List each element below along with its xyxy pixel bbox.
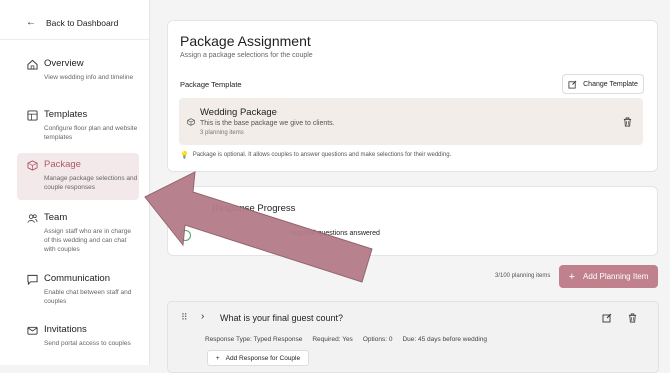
package-item-count: 3 planning items bbox=[200, 130, 244, 136]
sidebar-item-overview[interactable]: Overview View wedding info and timeline bbox=[17, 52, 139, 94]
package-description: This is the base package we give to clie… bbox=[200, 120, 335, 127]
check-circle-icon bbox=[180, 230, 191, 241]
chat-icon bbox=[27, 274, 38, 285]
users-icon bbox=[27, 214, 38, 223]
sidebar-item-title: Invitations bbox=[44, 324, 87, 335]
response-progress-text: required questions answered bbox=[290, 230, 380, 237]
options-count: Options: 0 bbox=[362, 336, 393, 343]
drag-handle-icon[interactable]: ⠿ bbox=[181, 312, 188, 323]
lightbulb-icon: 💡 bbox=[180, 152, 189, 159]
page-title: Package Assignment bbox=[180, 33, 311, 49]
sidebar-item-title: Communication bbox=[44, 273, 110, 284]
package-icon bbox=[27, 160, 38, 171]
add-response-button[interactable]: + Add Response for Couple bbox=[207, 350, 309, 366]
package-note: 💡 Package is optional. It allows couples… bbox=[180, 151, 451, 159]
edit-icon[interactable] bbox=[602, 313, 612, 323]
package-name: Wedding Package bbox=[200, 107, 277, 118]
required-flag: Required: Yes bbox=[312, 336, 353, 343]
package-note-text: Package is optional. It allows couples t… bbox=[192, 152, 452, 158]
sidebar-item-team[interactable]: Team Assign staff who are in charge of t… bbox=[17, 206, 139, 258]
change-template-label: Change Template bbox=[583, 80, 638, 88]
response-progress-card bbox=[167, 186, 658, 256]
response-type: Response Type: Typed Response bbox=[205, 336, 303, 343]
sidebar-item-invitations[interactable]: Invitations Send portal access to couple… bbox=[17, 318, 139, 354]
sidebar-item-templates[interactable]: Templates Configure floor plan and websi… bbox=[17, 103, 139, 145]
plus-icon: + bbox=[215, 354, 220, 362]
response-progress-title: Response Progress bbox=[212, 203, 296, 214]
sidebar-item-title: Team bbox=[44, 212, 68, 223]
plus-icon: + bbox=[568, 270, 576, 283]
sidebar-item-desc: View wedding info and timeline bbox=[44, 74, 134, 81]
sidebar-item-desc: Enable chat between staff and couples bbox=[44, 289, 132, 305]
package-template-label: Package Template bbox=[180, 80, 242, 89]
add-planning-item-button[interactable]: + Add Planning Item bbox=[559, 265, 658, 288]
edit-icon bbox=[568, 80, 577, 89]
divider bbox=[0, 39, 149, 40]
back-to-dashboard-link[interactable]: ← Back to Dashboard bbox=[26, 17, 118, 28]
page-subtitle: Assign a package selections for the coup… bbox=[180, 52, 313, 59]
trash-icon[interactable] bbox=[623, 117, 632, 127]
package-selection: Wedding Package This is the base package… bbox=[179, 98, 643, 145]
question-meta: Response Type: Typed Response Required: … bbox=[205, 336, 487, 343]
arrow-left-icon: ← bbox=[26, 17, 36, 28]
layout-icon bbox=[27, 110, 38, 121]
add-planning-item-label: Add Planning Item bbox=[583, 272, 649, 281]
question-title: What is your final guest count? bbox=[220, 313, 344, 323]
home-icon bbox=[27, 59, 38, 70]
sidebar-item-desc: Send portal access to couples bbox=[44, 340, 131, 347]
sidebar-item-title: Templates bbox=[44, 109, 88, 120]
sidebar-item-communication[interactable]: Communication Enable chat between staff … bbox=[17, 267, 139, 309]
back-label: Back to Dashboard bbox=[46, 17, 119, 28]
planning-item-count: 3/100 planning items bbox=[495, 273, 551, 279]
sidebar-item-title: Package bbox=[44, 159, 81, 170]
sidebar-item-desc: Manage package selections and couple res… bbox=[44, 175, 138, 191]
package-icon bbox=[187, 118, 195, 126]
sidebar: ← Back to Dashboard Overview View weddin… bbox=[0, 0, 150, 365]
add-response-label: Add Response for Couple bbox=[225, 354, 301, 362]
trash-icon[interactable] bbox=[628, 313, 637, 323]
sidebar-item-package[interactable]: Package Manage package selections and co… bbox=[17, 153, 139, 200]
due-date: Due: 45 days before wedding bbox=[402, 336, 488, 343]
mail-icon bbox=[27, 326, 38, 335]
sidebar-item-desc: Configure floor plan and website templat… bbox=[44, 125, 138, 141]
change-template-button[interactable]: Change Template bbox=[562, 74, 644, 94]
chevron-right-icon[interactable]: › bbox=[201, 311, 204, 322]
sidebar-item-desc: Assign staff who are in charge of this w… bbox=[44, 228, 131, 253]
sidebar-item-title: Overview bbox=[44, 58, 84, 69]
